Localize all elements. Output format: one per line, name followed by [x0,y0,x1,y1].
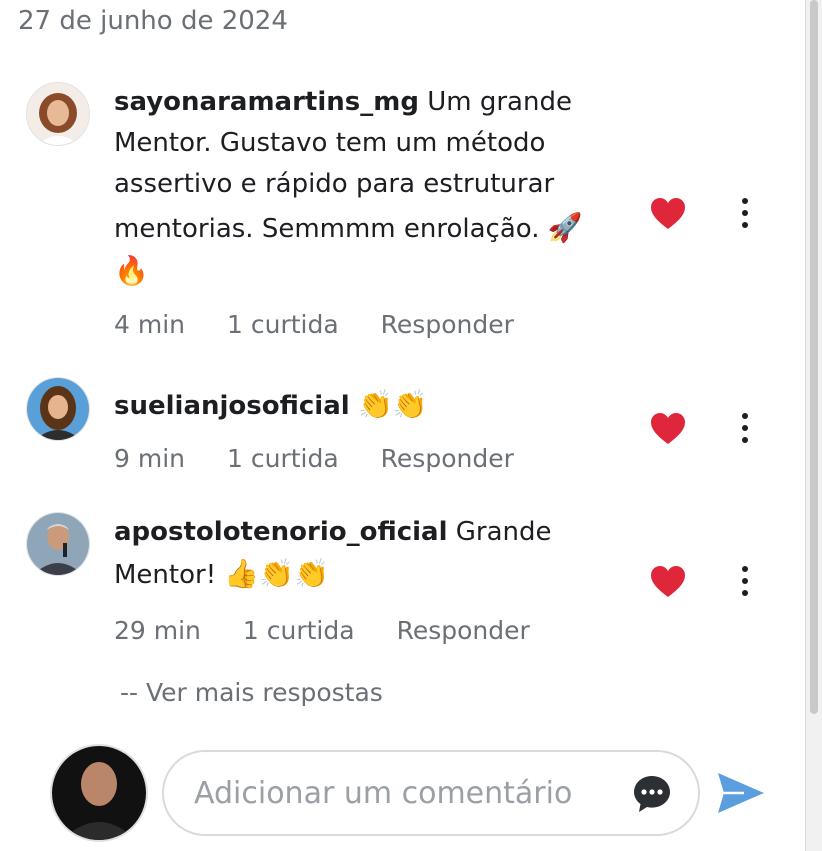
comment-input[interactable] [192,774,698,812]
comment-username[interactable]: apostolotenorio_oficial [114,517,448,547]
avatar[interactable] [26,512,90,576]
comment-body: mentorias. Semmmm enrolação. [114,214,548,244]
comment-time: 9 min [114,444,185,473]
comment-time: 4 min [114,310,185,339]
reply-button[interactable]: Responder [381,444,514,473]
heart-icon[interactable] [650,565,686,599]
comment-date: 27 de junho de 2024 [18,6,288,36]
comment-body: Mentor! [114,560,225,590]
heart-icon[interactable] [650,197,686,231]
comment-likes[interactable]: 1 curtida [227,444,339,473]
comment-username[interactable]: suelianjosoficial [114,391,350,421]
comment-meta: 9 min 1 curtida Responder [114,444,514,473]
reply-button[interactable]: Responder [381,310,514,339]
comment-body: Grande [447,517,552,547]
scrollbar-thumb[interactable] [810,0,818,714]
comment-body: Mentor. Gustavo tem um método [114,128,546,158]
scrollbar[interactable] [805,0,822,851]
comment-time: 29 min [114,616,201,645]
comment-body: Um grande [418,87,572,117]
more-replies-link[interactable]: -- Ver mais respostas [120,678,383,707]
comment-meta: 29 min 1 curtida Responder [114,616,530,645]
comment-text: sayonaramartins_mg Um grande Mentor. Gus… [114,82,614,293]
rocket-emoji: 🚀 [547,211,583,244]
fire-emoji: 🔥 [114,254,149,287]
current-user-avatar[interactable] [50,744,148,842]
more-options-icon[interactable] [734,564,756,598]
comment-body: assertivo e rápido para estruturar [114,169,555,199]
reply-button[interactable]: Responder [397,616,530,645]
comment-text: suelianjosoficial 👏👏 [114,384,614,427]
comment-likes[interactable]: 1 curtida [243,616,355,645]
avatar[interactable] [26,82,90,146]
more-options-icon[interactable] [734,411,756,445]
clapping-emoji: 👏👏 [357,388,428,421]
more-options-icon[interactable] [734,196,756,230]
chat-bubble-icon[interactable] [632,774,672,814]
comment-likes[interactable]: 1 curtida [227,310,339,339]
send-icon[interactable] [716,770,766,816]
comment-meta: 4 min 1 curtida Responder [114,310,514,339]
comment-username[interactable]: sayonaramartins_mg [114,87,419,117]
comment-text: apostolotenorio_oficial Grande Mentor! 👍… [114,512,614,596]
comment-input-container [162,750,700,836]
heart-icon[interactable] [650,412,686,446]
avatar[interactable] [26,377,90,441]
thumbs-clapping-emoji: 👍👏👏 [224,557,329,590]
